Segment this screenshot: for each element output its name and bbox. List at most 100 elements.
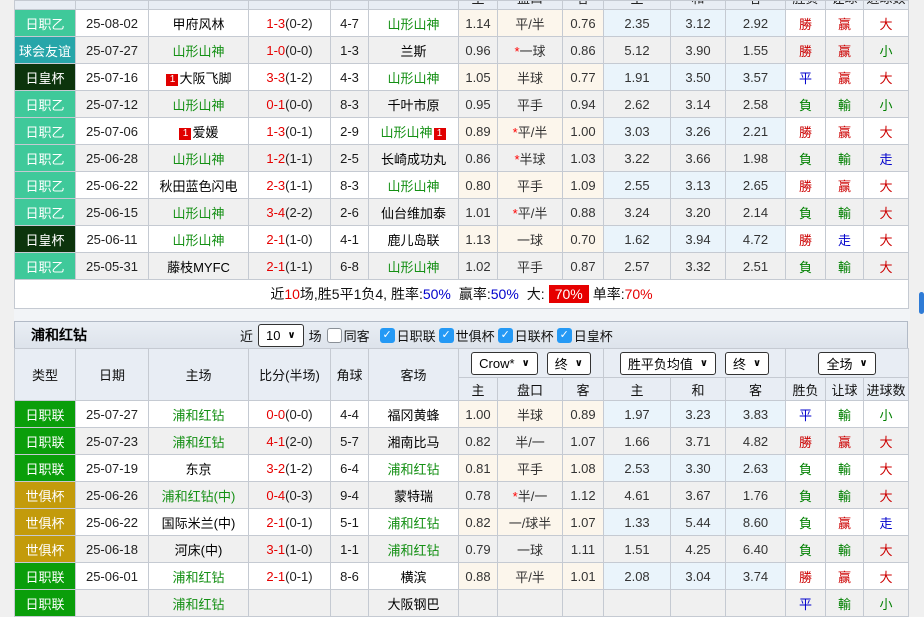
league-checkbox[interactable]: ✓	[557, 328, 572, 343]
home-team[interactable]: 浦和红钻(中)	[149, 482, 249, 509]
euro-draw-odds: 3.13	[671, 172, 726, 199]
euro-draw-odds: 3.94	[671, 226, 726, 253]
home-team[interactable]: 浦和红钻	[149, 563, 249, 590]
asian-home-odds: 0.80	[459, 172, 498, 199]
away-team[interactable]: 兰斯	[369, 37, 459, 64]
away-team[interactable]: 浦和红钻	[369, 509, 459, 536]
result-handicap: 輸	[826, 455, 864, 482]
near-label: 近	[240, 326, 253, 345]
home-team[interactable]: 山形山神	[149, 226, 249, 253]
away-team[interactable]: 福冈黄蜂	[369, 401, 459, 428]
match-row: 日职联浦和红钻大阪钢巴平輸小	[15, 590, 909, 617]
score: 2-1(1-0)	[249, 226, 331, 253]
header-corner	[331, 1, 369, 10]
match-row: 日职乙25-07-12山形山神0-1(0-0)8-3千叶市原0.95平手0.94…	[15, 91, 909, 118]
euro-draw-odds: 3.20	[671, 199, 726, 226]
odds-type-select[interactable]: 胜平负均值∨	[620, 352, 716, 375]
home-team[interactable]: 国际米兰(中)	[149, 509, 249, 536]
home-team[interactable]: 1爱媛	[149, 118, 249, 145]
asian-away-odds: 0.86	[563, 37, 604, 64]
section-header-urawa: 浦和红钻 近 10∨ 场 同客 ✓日职联✓世俱杯✓日联杯✓日皇杯	[14, 321, 908, 348]
asian-handicap: 平手	[498, 172, 563, 199]
asian-away-odds: 0.89	[563, 401, 604, 428]
asian-away-odds: 1.12	[563, 482, 604, 509]
home-team[interactable]: 浦和红钻	[149, 590, 249, 617]
bookmaker-select[interactable]: Crow*∨	[471, 352, 538, 375]
history-table-yamagata: 主 盘口 客 主 和 客 胜负 让球 进球数 日职乙25-08-02甲府风林1-…	[14, 0, 909, 309]
score: 0-1(0-0)	[249, 91, 331, 118]
chevron-down-icon: ∨	[859, 358, 867, 369]
recent-count-select[interactable]: 10∨	[258, 324, 304, 347]
away-team[interactable]: 仙台维加泰	[369, 199, 459, 226]
asian-home-odds	[459, 590, 498, 617]
euro-home-odds: 1.66	[604, 428, 671, 455]
header-euro-draw: 和	[671, 1, 726, 10]
match-date: 25-07-12	[76, 91, 149, 118]
scrollbar-thumb[interactable]	[919, 292, 924, 314]
away-team[interactable]: 大阪钢巴	[369, 590, 459, 617]
away-team[interactable]: 山形山神	[369, 172, 459, 199]
home-team[interactable]: 山形山神	[149, 37, 249, 64]
asian-home-odds: 0.86	[459, 145, 498, 172]
asian-handicap: *平/半	[498, 118, 563, 145]
corner	[331, 590, 369, 617]
result-goals: 小	[864, 37, 909, 64]
away-team[interactable]: 浦和红钻	[369, 455, 459, 482]
score: 1-0(0-0)	[249, 37, 331, 64]
league-checkbox[interactable]: ✓	[380, 328, 395, 343]
home-team[interactable]: 山形山神	[149, 145, 249, 172]
match-row: 日职联25-07-23浦和红钻4-1(2-0)5-7湘南比马0.82半/一1.0…	[15, 428, 909, 455]
home-team[interactable]: 藤枝MYFC	[149, 253, 249, 280]
euro-away-odds: 2.65	[726, 172, 786, 199]
home-team[interactable]: 山形山神	[149, 91, 249, 118]
asian-handicap	[498, 590, 563, 617]
euro-draw-odds: 3.23	[671, 401, 726, 428]
euro-home-odds: 2.55	[604, 172, 671, 199]
home-team[interactable]: 浦和红钻	[149, 428, 249, 455]
away-team[interactable]: 山形山神1	[369, 118, 459, 145]
league-checkbox-label: 日皇杯	[574, 326, 613, 345]
home-team[interactable]: 河床(中)	[149, 536, 249, 563]
match-date: 25-05-31	[76, 253, 149, 280]
league-badge: 日职联	[15, 401, 76, 428]
away-team[interactable]: 长崎成功丸	[369, 145, 459, 172]
summary-handicap-label: 赢率:	[459, 286, 491, 302]
home-team[interactable]: 东京	[149, 455, 249, 482]
euro-home-odds: 1.91	[604, 64, 671, 91]
bookmaker-state-select[interactable]: 终∨	[547, 352, 591, 375]
away-team[interactable]: 山形山神	[369, 10, 459, 37]
home-team[interactable]: 秋田蓝色闪电	[149, 172, 249, 199]
league-checkbox-label: 日职联	[397, 326, 436, 345]
match-row: 日职联25-06-01浦和红钻2-1(0-1)8-6横滨0.88平/半1.012…	[15, 563, 909, 590]
corner: 4-1	[331, 226, 369, 253]
section-divider	[14, 309, 910, 321]
away-team[interactable]: 鹿儿岛联	[369, 226, 459, 253]
euro-draw-odds: 3.90	[671, 37, 726, 64]
same-venue-checkbox[interactable]	[327, 328, 342, 343]
score: 3-4(2-2)	[249, 199, 331, 226]
away-team[interactable]: 蒙特瑞	[369, 482, 459, 509]
result-goals: 大	[864, 226, 909, 253]
away-team[interactable]: 千叶市原	[369, 91, 459, 118]
odds-state-select[interactable]: 终∨	[725, 352, 769, 375]
away-team[interactable]: 浦和红钻	[369, 536, 459, 563]
league-checkbox[interactable]: ✓	[439, 328, 454, 343]
scope-select[interactable]: 全场∨	[818, 352, 875, 375]
asian-handicap: 半球	[498, 401, 563, 428]
away-team[interactable]: 山形山神	[369, 64, 459, 91]
score: 2-1(1-1)	[249, 253, 331, 280]
asian-away-odds: 1.09	[563, 172, 604, 199]
home-team[interactable]: 山形山神	[149, 199, 249, 226]
league-checkbox[interactable]: ✓	[498, 328, 513, 343]
result-goals: 走	[864, 509, 909, 536]
score: 3-3(1-2)	[249, 64, 331, 91]
away-team[interactable]: 横滨	[369, 563, 459, 590]
home-team[interactable]: 浦和红钻	[149, 401, 249, 428]
corner: 8-3	[331, 172, 369, 199]
away-team[interactable]: 湘南比马	[369, 428, 459, 455]
header-home: 主场	[149, 349, 249, 401]
asian-home-odds: 0.96	[459, 37, 498, 64]
home-team[interactable]: 1大阪飞脚	[149, 64, 249, 91]
home-team[interactable]: 甲府风林	[149, 10, 249, 37]
away-team[interactable]: 山形山神	[369, 253, 459, 280]
